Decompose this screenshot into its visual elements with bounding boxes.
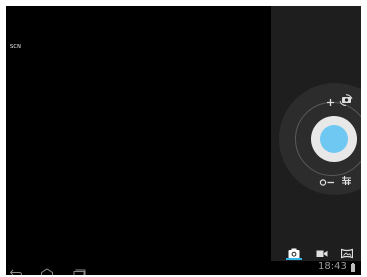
status-clock[interactable]: 18:43 [318,261,347,272]
battery-icon[interactable] [351,263,355,272]
home-icon[interactable] [40,263,54,275]
camera-control-panel [271,6,361,261]
camera-viewfinder[interactable]: SCN [6,6,271,261]
mode-switcher [271,242,361,261]
selected-mode-indicator [286,258,302,260]
zoom-in-icon[interactable] [326,92,335,111]
shutter-button[interactable] [320,125,348,153]
settings-sliders-icon[interactable] [341,171,352,190]
camera-screen: SCN 18:43 [6,6,361,275]
scene-mode-label: SCN [10,44,22,50]
back-icon[interactable] [9,263,23,275]
system-navigation-bar: 18:43 [6,261,361,275]
zoom-out-icon[interactable] [319,172,336,191]
switch-camera-icon[interactable] [339,91,353,110]
recents-icon[interactable] [72,263,86,275]
